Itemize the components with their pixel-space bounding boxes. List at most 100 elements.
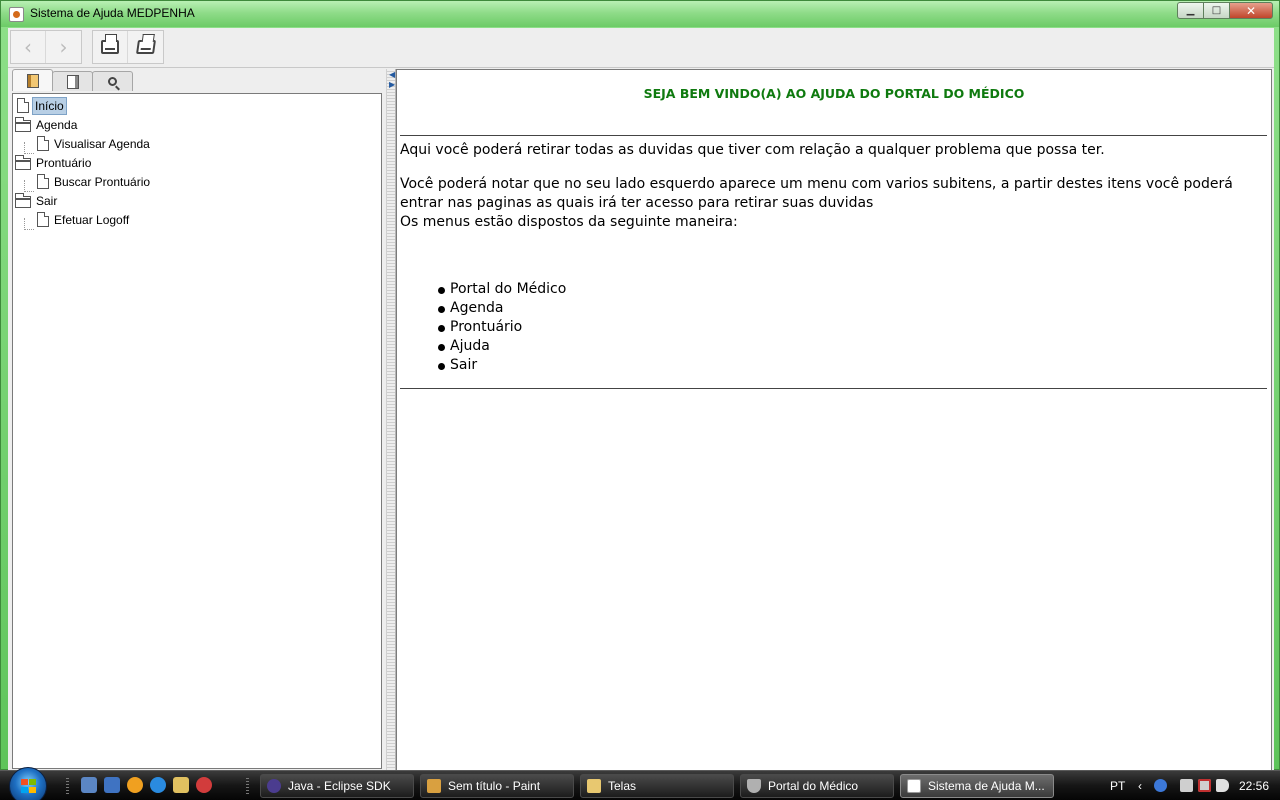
language-indicator[interactable]: PT [1110,779,1125,793]
toolbar-grip[interactable] [66,778,69,795]
system-tray: PT ‹ 22:56 [1100,771,1280,800]
toolbar: ‹ › [8,28,1274,68]
volume-icon[interactable] [1216,779,1229,792]
tree-item-prontuario[interactable]: Prontuário [15,153,93,172]
tree-item-label: Sair [36,193,58,208]
shield-icon [747,779,761,793]
page-icon [17,98,29,113]
menu-description-paragraph: Você poderá notar que no seu lado esquer… [400,176,1233,211]
folder-icon [15,154,31,170]
taskbar: Java - Eclipse SDK Sem título - Paint Te… [0,767,1280,800]
tree-item-efetuar-logoff[interactable]: Efetuar Logoff [37,210,131,229]
collapse-left-arrow-icon[interactable]: ◀ [389,71,395,79]
split-pane-divider[interactable]: ◀ ▶ [386,69,396,771]
network-icon[interactable] [1180,779,1193,792]
print-group [92,30,164,64]
help-window: Sistema de Ajuda MEDPENHA ▁ □ ✕ ‹ › Iníc… [0,0,1280,771]
minimize-button[interactable]: ▁ [1177,2,1203,19]
windows-logo-icon [21,779,36,793]
search-icon [108,77,117,86]
help-content-pane: SEJA BEM VINDO(A) AO AJUDA DO PORTAL DO … [396,69,1272,771]
tab-search[interactable] [92,71,133,91]
internet-explorer-icon[interactable] [150,777,166,793]
list-item-label: Ajuda [450,338,490,354]
bullet-icon [438,363,445,370]
tab-index[interactable] [52,71,93,91]
taskbar-button-eclipse[interactable]: Java - Eclipse SDK [260,774,414,798]
task-label: Sistema de Ajuda M... [928,779,1045,793]
navigator-tabs [12,69,133,91]
show-desktop-icon[interactable] [81,777,97,793]
app-launcher-icon[interactable] [196,777,212,793]
bullet-icon [438,344,445,351]
menu-layout-intro: Os menus estão dispostos da seguinte man… [400,214,738,230]
navigator-pane: Início Agenda Visualisar Agenda Prontuár… [8,69,386,771]
taskbar-button-telas[interactable]: Telas [580,774,734,798]
java-app-icon [9,7,24,22]
print-setup-icon [135,40,156,54]
tree-item-inicio[interactable]: Início [17,96,67,115]
menu-list: Portal do Médico Agenda Prontuário Ajuda… [438,280,566,375]
tree-item-label: Agenda [36,117,78,132]
contents-tree[interactable]: Início Agenda Visualisar Agenda Prontuár… [12,93,382,769]
tree-item-label: Visualisar Agenda [54,136,150,151]
switch-windows-icon[interactable] [104,777,120,793]
tab-contents[interactable] [12,69,53,91]
client-area: ‹ › Início Agenda Visualisar Agenda Pron… [8,28,1274,771]
safely-remove-icon[interactable] [1198,779,1211,792]
forward-button[interactable]: › [46,31,81,63]
task-label: Portal do Médico [768,779,859,793]
network-tool-icon[interactable] [173,777,189,793]
divider [400,135,1267,136]
media-player-icon[interactable] [127,777,143,793]
tree-item-label: Prontuário [36,155,92,170]
back-button[interactable]: ‹ [11,31,46,63]
taskbar-button-help-system[interactable]: Sistema de Ajuda M... [900,774,1054,798]
taskbar-button-paint[interactable]: Sem título - Paint [420,774,574,798]
list-item-label: Sair [450,357,478,373]
list-item: Prontuário [438,318,566,337]
folder-icon [587,779,601,793]
list-item: Portal do Médico [438,280,566,299]
index-icon [66,74,79,89]
bullet-icon [438,306,445,313]
tree-item-label: Efetuar Logoff [54,212,130,227]
task-label: Java - Eclipse SDK [288,779,391,793]
paint-icon [427,779,441,793]
list-item: Sair [438,356,566,375]
folder-icon [15,116,31,132]
eclipse-icon [267,779,281,793]
task-label: Sem título - Paint [448,779,541,793]
intro-paragraph: Aqui você poderá retirar todas as duvida… [400,142,1105,158]
assistant-icon[interactable] [1154,779,1167,792]
toolbar-grip[interactable] [246,778,249,795]
tree-item-agenda[interactable]: Agenda [15,115,79,134]
print-setup-button[interactable] [128,31,163,63]
tree-item-sair[interactable]: Sair [15,191,59,210]
divider [400,388,1267,389]
navigation-group: ‹ › [10,30,82,64]
show-hidden-icons-icon[interactable]: ‹ [1138,779,1142,793]
tree-item-label: Início [32,96,67,115]
bullet-icon [438,325,445,332]
clock[interactable]: 22:56 [1239,779,1269,793]
list-item: Agenda [438,299,566,318]
page-icon [37,212,49,227]
title-bar[interactable]: Sistema de Ajuda MEDPENHA ▁ □ ✕ [1,1,1279,27]
print-button[interactable] [93,31,128,63]
tree-item-buscar-prontuario[interactable]: Buscar Prontuário [37,172,152,191]
tree-item-visualisar-agenda[interactable]: Visualisar Agenda [37,134,152,153]
taskbar-button-portal[interactable]: Portal do Médico [740,774,894,798]
list-item-label: Portal do Médico [450,281,567,297]
expand-right-arrow-icon[interactable]: ▶ [389,81,395,89]
close-button[interactable]: ✕ [1229,2,1273,19]
list-item-label: Prontuário [450,319,523,335]
maximize-button[interactable]: □ [1203,2,1229,19]
start-button[interactable] [9,767,47,800]
page-icon [37,174,49,189]
task-label: Telas [608,779,637,793]
folder-icon [15,192,31,208]
list-item-label: Agenda [450,300,504,316]
list-item: Ajuda [438,337,566,356]
java-icon [907,779,921,793]
